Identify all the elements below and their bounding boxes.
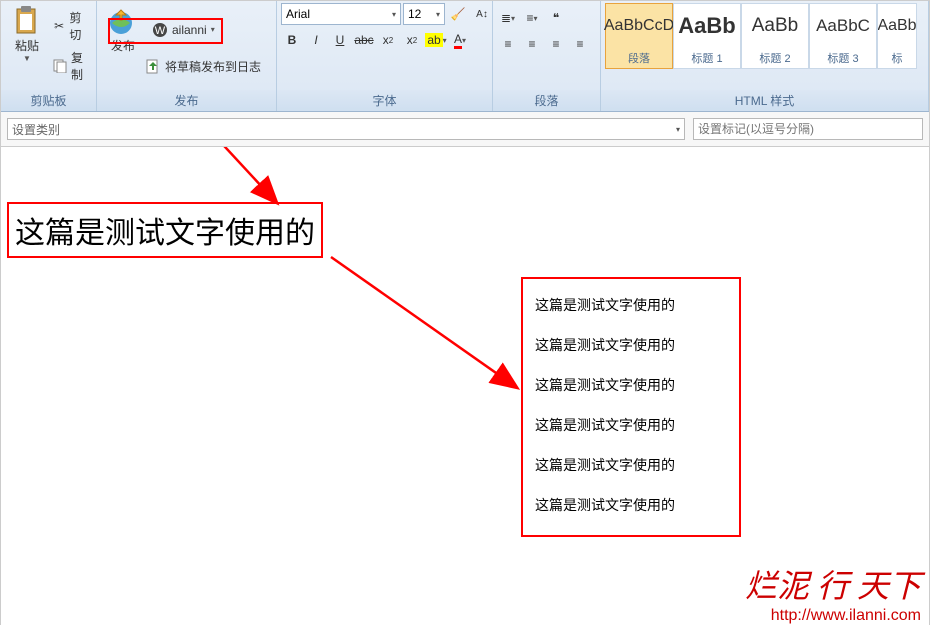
draft-icon [145, 59, 161, 75]
highlight-button[interactable]: ab▾ [425, 29, 447, 51]
copy-icon [53, 58, 67, 74]
paste-label: 粘贴 [15, 37, 39, 54]
text-direction-icon: A↕ [476, 9, 488, 20]
copy-button[interactable]: 复制 [49, 47, 92, 85]
superscript-button[interactable]: x2 [401, 29, 423, 51]
publish-button[interactable]: 发布 [101, 3, 145, 56]
watermark-url: http://www.ilanni.com [745, 607, 921, 625]
align-right-icon: ≡ [552, 37, 559, 51]
align-justify-button[interactable]: ≡ [569, 33, 591, 55]
style-heading4[interactable]: AaBb标 [877, 3, 917, 69]
dropdown-icon: ▾ [676, 125, 680, 134]
numbering-button[interactable]: ≡▾ [521, 7, 543, 29]
ribbon: 粘贴 ▼ ✂剪切 复制 剪贴板 发布 W ailanni ▾ [1, 1, 929, 112]
align-left-icon: ≡ [504, 37, 511, 51]
list-item: 这篇是测试文字使用的 [535, 445, 727, 485]
style-heading3[interactable]: AaBbC标题 3 [809, 3, 877, 69]
dropdown-icon: ▼ [23, 54, 31, 63]
strike-button[interactable]: abc [353, 29, 375, 51]
svg-text:W: W [155, 25, 166, 37]
bold-button[interactable]: B [281, 29, 303, 51]
main-test-text: 这篇是测试文字使用的 [7, 202, 323, 258]
style-paragraph[interactable]: AaBbCcD段落 [605, 3, 673, 69]
group-paragraph-label: 段落 [493, 90, 600, 111]
clear-format-button[interactable]: 🧹 [447, 3, 469, 25]
style-heading2[interactable]: AaBb标题 2 [741, 3, 809, 69]
dropdown-icon: ▾ [392, 10, 396, 19]
group-styles-label: HTML 样式 [601, 90, 928, 111]
text-direction-button[interactable]: A↕ [471, 3, 493, 25]
align-left-button[interactable]: ≡ [497, 33, 519, 55]
list-item: 这篇是测试文字使用的 [535, 365, 727, 405]
watermark: 烂泥 行 天下 http://www.ilanni.com [745, 561, 921, 625]
font-color-icon: A [454, 32, 462, 49]
bullets-button[interactable]: ≣▾ [497, 7, 519, 29]
quote-icon: ❝ [553, 11, 559, 25]
paste-icon [11, 5, 43, 37]
wordpress-icon: W [152, 22, 168, 38]
tags-input[interactable] [693, 118, 923, 140]
globe-upload-icon [107, 5, 139, 37]
list-item: 这篇是测试文字使用的 [535, 405, 727, 445]
bullets-icon: ≣ [501, 11, 511, 25]
scissors-icon: ✂ [53, 18, 65, 34]
dropdown-icon: ▾ [211, 25, 215, 34]
align-justify-icon: ≡ [576, 37, 583, 51]
italic-button[interactable]: I [305, 29, 327, 51]
align-center-button[interactable]: ≡ [521, 33, 543, 55]
highlight-icon: ab [425, 33, 442, 47]
font-family-select[interactable]: Arial▾ [281, 3, 401, 25]
list-item: 这篇是测试文字使用的 [535, 325, 727, 365]
underline-button[interactable]: U [329, 29, 351, 51]
style-heading1[interactable]: AaBb标题 1 [673, 3, 741, 69]
eraser-icon: 🧹 [451, 7, 466, 21]
align-right-button[interactable]: ≡ [545, 33, 567, 55]
blog-account-button[interactable]: W ailanni ▾ [145, 18, 222, 42]
align-center-icon: ≡ [528, 37, 535, 51]
quote-button[interactable]: ❝ [545, 7, 567, 29]
list-item: 这篇是测试文字使用的 [535, 485, 727, 525]
list-item: 这篇是测试文字使用的 [535, 285, 727, 325]
preview-list: 这篇是测试文字使用的 这篇是测试文字使用的 这篇是测试文字使用的 这篇是测试文字… [521, 277, 741, 537]
metadata-bar: 设置类别▾ [1, 112, 929, 147]
group-clipboard-label: 剪贴板 [1, 90, 96, 111]
paste-button[interactable]: 粘贴 ▼ [5, 3, 49, 65]
category-select[interactable]: 设置类别▾ [7, 118, 685, 140]
numbering-icon: ≡ [526, 11, 533, 25]
publish-draft-button[interactable]: 将草稿发布到日志 [141, 56, 265, 77]
group-font-label: 字体 [277, 90, 492, 111]
cut-button[interactable]: ✂剪切 [49, 7, 92, 45]
group-publish-label: 发布 [97, 90, 276, 111]
font-color-button[interactable]: A▾ [449, 29, 471, 51]
document-area[interactable]: 这篇是测试文字使用的 这篇是测试文字使用的 这篇是测试文字使用的 这篇是测试文字… [1, 147, 929, 627]
publish-label: 发布 [111, 37, 135, 54]
watermark-text: 烂泥 行 天下 [745, 561, 921, 607]
style-gallery[interactable]: AaBbCcD段落 AaBb标题 1 AaBb标题 2 AaBbC标题 3 Aa… [605, 3, 917, 69]
dropdown-icon: ▾ [436, 10, 440, 19]
font-size-select[interactable]: 12▾ [403, 3, 445, 25]
subscript-button[interactable]: x2 [377, 29, 399, 51]
